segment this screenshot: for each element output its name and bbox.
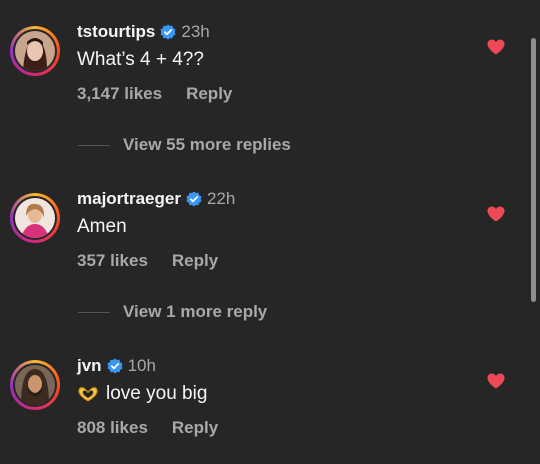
timestamp: 23h <box>181 22 210 41</box>
reply-button[interactable]: Reply <box>186 84 232 104</box>
divider <box>78 311 110 313</box>
comment-text-body: love you big <box>106 383 208 404</box>
username[interactable]: majortraeger <box>77 189 181 209</box>
verified-badge-icon <box>186 191 202 207</box>
heart-icon[interactable] <box>487 39 505 55</box>
comment-text: love you big <box>77 383 207 405</box>
username[interactable]: tstourtips <box>77 22 155 42</box>
username[interactable]: jvn <box>77 356 102 376</box>
comment-text: What’s 4 + 4?? <box>77 49 204 70</box>
likes-count[interactable]: 357 likes <box>77 251 148 271</box>
timestamp: 10h <box>127 356 156 375</box>
avatar[interactable] <box>10 26 60 76</box>
timestamp: 22h <box>206 189 236 208</box>
reply-button[interactable]: Reply <box>172 418 218 438</box>
divider <box>78 144 110 146</box>
avatar[interactable] <box>10 193 60 243</box>
avatar-image <box>15 365 55 405</box>
heart-icon[interactable] <box>487 206 505 222</box>
avatar-image <box>15 31 55 71</box>
verified-badge-icon <box>107 358 123 374</box>
heart-hands-icon <box>78 387 98 402</box>
avatar[interactable] <box>10 360 60 410</box>
view-more-replies-button[interactable]: View 55 more replies <box>78 135 291 155</box>
scrollbar[interactable] <box>531 38 536 302</box>
heart-icon[interactable] <box>487 373 505 389</box>
likes-count[interactable]: 808 likes <box>77 418 148 438</box>
verified-badge-icon <box>160 24 176 40</box>
comment-text: Amen <box>77 216 127 237</box>
likes-count[interactable]: 3,147 likes <box>77 84 162 104</box>
reply-button[interactable]: Reply <box>172 251 218 271</box>
avatar-image <box>15 198 55 238</box>
view-more-replies-button[interactable]: View 1 more reply <box>78 302 267 322</box>
